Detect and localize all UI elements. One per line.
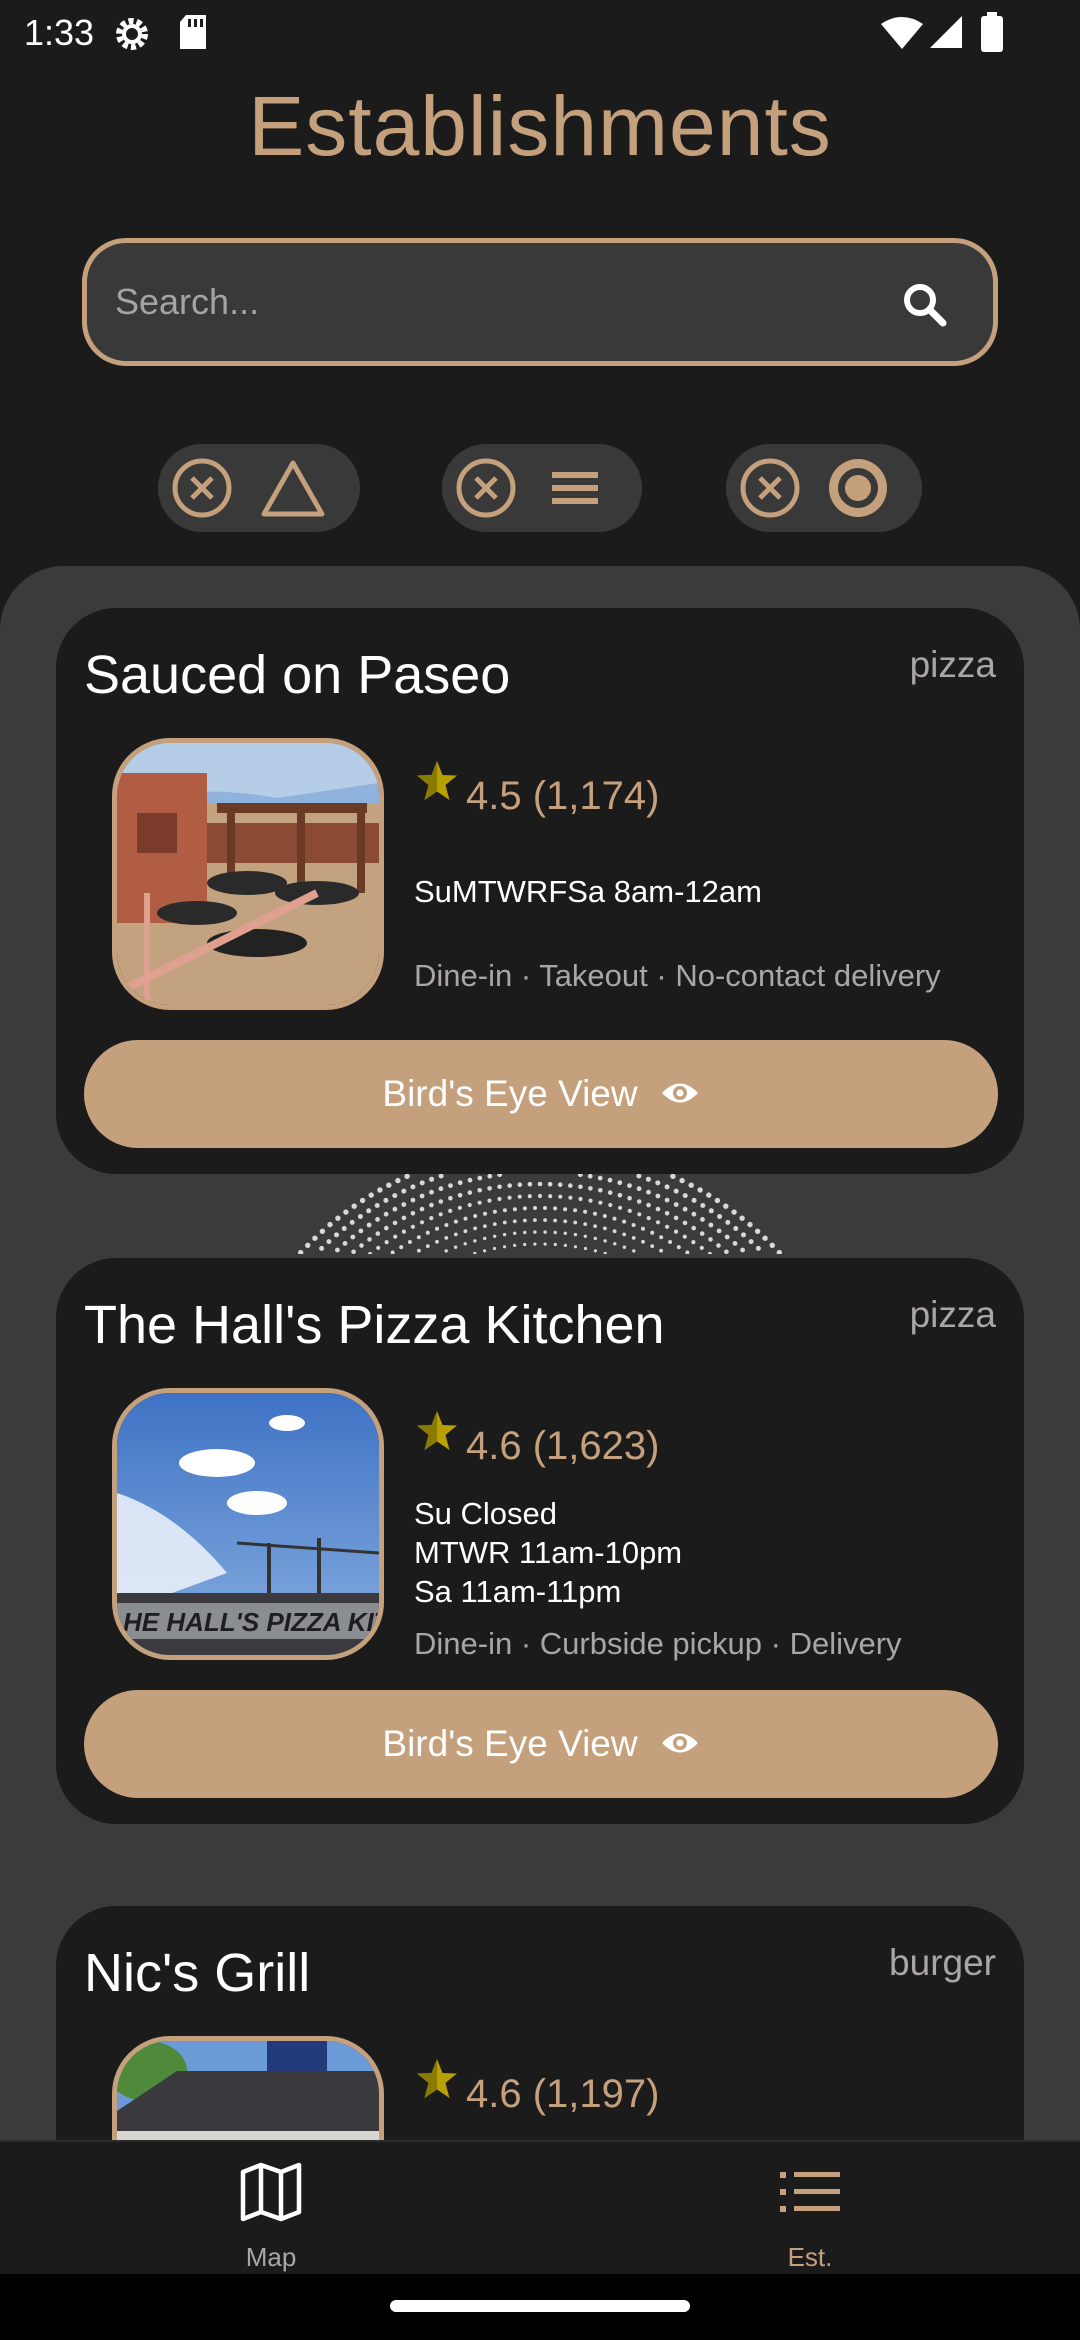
rating-row: 4.5 (1,174) [414, 758, 659, 819]
star-icon [414, 2056, 460, 2107]
triangle-icon [260, 458, 326, 523]
sd-card-icon [178, 14, 208, 55]
establishment-name: Sauced on Paseo [84, 645, 511, 705]
circle-x-icon[interactable] [172, 458, 232, 523]
list-icon [778, 2160, 842, 2229]
loading-dots-pattern [298, 1174, 782, 1254]
home-indicator[interactable] [390, 2300, 690, 2312]
birds-eye-view-label: Bird's Eye View [382, 1723, 638, 1764]
rating-row: 4.6 (1,623) [414, 1408, 659, 1469]
search-input[interactable] [115, 243, 895, 361]
establishment-card[interactable]: Nic's Grill burger 4.6 (1,197) [56, 1906, 1024, 2140]
nav-label-establishments: Est. [787, 2242, 833, 2272]
birds-eye-view-button[interactable]: Bird's Eye View [84, 1040, 998, 1148]
birds-eye-view-label: Bird's Eye View [382, 1073, 638, 1114]
nav-item-map[interactable]: Map [171, 2142, 371, 2276]
wifi-icon [880, 16, 924, 55]
filter-chip-circles[interactable] [726, 444, 922, 532]
establishment-list[interactable]: Sauced on Paseo pizza 4.5 (1,174) SuMTWR… [0, 566, 1080, 2140]
rating-text: 4.6 (1,197) [466, 2072, 660, 2116]
establishment-name: Nic's Grill [84, 1943, 311, 2003]
concentric-circles-icon [826, 456, 890, 525]
circle-x-icon[interactable] [456, 458, 516, 523]
rating-text: 4.5 (1,174) [466, 774, 660, 818]
nav-item-establishments[interactable]: Est. [710, 2142, 910, 2276]
hours-line: Sa 11am-11pm [414, 1574, 622, 1609]
status-time: 1:33 [24, 12, 95, 53]
establishment-card[interactable]: The Hall's Pizza Kitchen pizza HE HALL'S… [56, 1258, 1024, 1824]
settings-gear-icon [112, 14, 152, 59]
services-text: Dine-in · Takeout · No-contact delivery [414, 958, 941, 993]
category-label: pizza [909, 1294, 996, 1335]
establishment-photo [112, 738, 384, 1010]
rating-row: 4.6 (1,197) [414, 2056, 659, 2117]
hours-text: Su Closed MTWR 11am-10pm Sa 11am-11pm [414, 1494, 682, 1611]
cellular-signal-icon [928, 14, 964, 55]
birds-eye-view-button[interactable]: Bird's Eye View [84, 1690, 998, 1798]
star-icon [414, 1408, 460, 1459]
circle-x-icon[interactable] [740, 458, 800, 523]
battery-icon [980, 12, 1004, 57]
establishment-name: The Hall's Pizza Kitchen [84, 1295, 665, 1355]
hours-line: Su Closed [414, 1496, 558, 1531]
hours-line: MTWR 11am-10pm [414, 1535, 683, 1570]
status-bar: 1:33 [0, 0, 1080, 66]
services-text: Dine-in · Curbside pickup · Delivery [414, 1626, 902, 1661]
star-icon [414, 758, 460, 809]
establishment-photo: HE HALL'S PIZZA KITCH [112, 1388, 384, 1660]
rating-text: 4.6 (1,623) [466, 1424, 660, 1468]
establishment-photo [112, 2036, 384, 2140]
hours-line: SuMTWRFSa 8am-12am [414, 874, 762, 909]
hamburger-lines-icon [550, 468, 600, 513]
eye-icon [660, 1723, 700, 1765]
search-bar [82, 238, 998, 366]
map-icon [239, 2160, 303, 2229]
filter-chip-lines[interactable] [442, 444, 642, 532]
filter-chip-triangle[interactable] [158, 444, 360, 532]
page-title: Establishments [248, 79, 832, 173]
search-icon[interactable] [901, 281, 949, 334]
hours-text: SuMTWRFSa 8am-12am [414, 872, 762, 911]
nav-label-map: Map [245, 2242, 297, 2272]
establishment-card[interactable]: Sauced on Paseo pizza 4.5 (1,174) SuMTWR… [56, 608, 1024, 1174]
bottom-navigation: Map Est. [0, 2140, 1080, 2274]
eye-icon [660, 1073, 700, 1115]
category-label: burger [889, 1942, 996, 1983]
category-label: pizza [909, 644, 996, 685]
photo-sign-text: HE HALL'S PIZZA KITCH [123, 1607, 379, 1637]
